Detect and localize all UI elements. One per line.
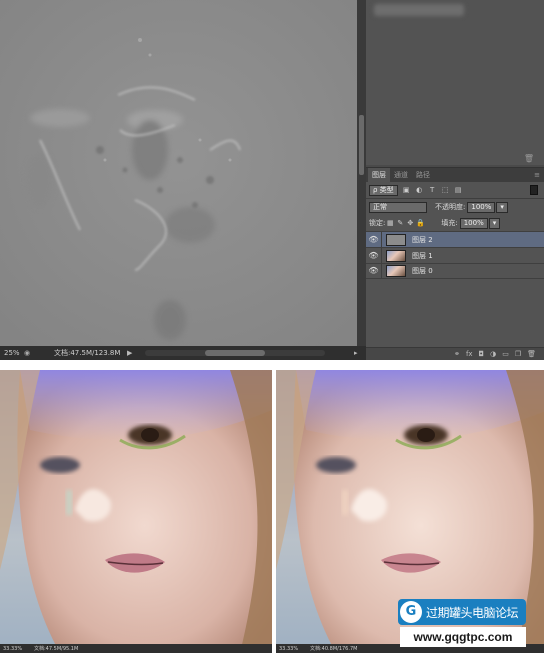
eye-icon[interactable]: 👁 [366, 247, 382, 264]
layer-thumbnail [386, 249, 406, 262]
watermark-badge: G 过期罐头电脑论坛 [398, 599, 526, 625]
fill-input[interactable]: 100% [459, 217, 488, 229]
layers-panel-tabs: 图层 通道 路径 ≡ [366, 168, 544, 182]
adjustment-icon[interactable]: ◑ [490, 350, 496, 358]
status-menu-arrow-icon[interactable]: ▶ [127, 349, 139, 357]
layer-thumbnail [386, 265, 406, 277]
mask-icon[interactable]: ◘ [479, 350, 485, 358]
layer-row[interactable]: 👁 图层 2 [366, 231, 544, 248]
kind-filter-select[interactable]: ρ 类型 [369, 184, 398, 196]
zoom-level[interactable]: 33.33% [0, 646, 24, 652]
watermark-url: www.gqgtpc.com [400, 627, 526, 647]
shape-filter-icon[interactable]: ⬚ [441, 186, 450, 194]
layer-name[interactable]: 图层 1 [412, 251, 433, 261]
filter-toggle[interactable] [530, 185, 538, 195]
blurred-panel-header [374, 4, 464, 16]
opacity-label: 不透明度: [435, 203, 466, 211]
document-size: 文档:47.5M/123.8M [54, 349, 121, 357]
vertical-scrollbar[interactable] [357, 0, 366, 346]
eye-icon[interactable]: 👁 [366, 231, 382, 248]
tab-channels[interactable]: 通道 [390, 169, 412, 181]
lock-transparency-icon[interactable]: ▦ [385, 219, 395, 227]
tab-paths[interactable]: 路径 [412, 169, 434, 181]
smart-object-filter-icon[interactable]: ▤ [454, 186, 463, 194]
eye-icon[interactable]: 👁 [366, 263, 382, 279]
site-watermark: G 过期罐头电脑论坛 www.gqgtpc.com [398, 599, 526, 653]
fill-dropdown-icon[interactable]: ▾ [488, 217, 501, 229]
document-size: 文档:40.8M/176.7M [310, 646, 358, 652]
opacity-input[interactable]: 100% [467, 201, 496, 213]
layer-thumbnail [386, 233, 406, 246]
horizontal-scroll-thumb[interactable] [205, 350, 265, 356]
lock-paint-icon[interactable]: ✎ [395, 219, 405, 227]
lock-label: 锁定: [369, 219, 386, 227]
blend-mode-select[interactable]: 正常 [369, 201, 427, 213]
new-layer-icon[interactable]: ❐ [515, 350, 521, 358]
zoom-level[interactable]: 33.33% [276, 646, 300, 652]
layer-name[interactable]: 图层 0 [412, 266, 433, 276]
scroll-right-icon[interactable]: ▸ [354, 349, 366, 357]
trash-icon[interactable]: 🗑 [527, 350, 536, 358]
document-canvas[interactable] [0, 0, 357, 346]
pixel-filter-icon[interactable]: ▣ [402, 186, 411, 194]
fx-icon[interactable]: fx [466, 350, 473, 358]
layers-panel-footer: ⚭ fx ◘ ◑ ▭ ❐ 🗑 [366, 347, 544, 360]
trash-icon[interactable]: 🗑 [524, 154, 534, 163]
layer-row[interactable]: 👁 图层 1 [366, 247, 544, 264]
upper-panel: 🗑 [366, 0, 544, 165]
group-icon[interactable]: ▭ [502, 350, 509, 358]
site-logo-icon: G [400, 601, 422, 623]
fill-label: 填充: [441, 219, 458, 227]
portrait-image [0, 370, 272, 653]
photo-before: 33.33% 文档:47.5M/95.1M [0, 370, 272, 653]
opacity-dropdown-icon[interactable]: ▾ [496, 201, 508, 213]
layer-row[interactable]: 👁 图层 0 [366, 263, 544, 279]
lock-all-icon[interactable]: 🔒 [415, 219, 425, 227]
filter-row: ρ 类型 ▣ ◐ T ⬚ ▤ [366, 182, 544, 198]
menu-icon[interactable]: ≡ [534, 171, 544, 179]
lock-position-icon[interactable]: ✥ [405, 219, 415, 227]
watermark-title: 过期罐头电脑论坛 [426, 605, 519, 620]
proof-icon[interactable]: ◉ [22, 349, 32, 357]
adjustment-filter-icon[interactable]: ◐ [415, 186, 424, 194]
photo-status-bar: 33.33% 文档:47.5M/95.1M [0, 644, 272, 653]
layer-name[interactable]: 图层 2 [412, 235, 433, 245]
type-filter-icon[interactable]: T [428, 186, 437, 194]
blend-row: 正常 不透明度: 100% ▾ [366, 199, 544, 215]
high-pass-layer-image [0, 0, 357, 346]
document-size: 文档:47.5M/95.1M [34, 646, 79, 652]
link-icon[interactable]: ⚭ [454, 350, 460, 358]
vertical-scroll-thumb[interactable] [359, 115, 364, 175]
photoshop-window: 25% ◉ 文档:47.5M/123.8M ▶ ▸ 🗑 图层 通道 路径 ≡ ρ… [0, 0, 544, 360]
status-bar: 25% ◉ 文档:47.5M/123.8M ▶ ▸ [0, 346, 366, 360]
layers-panel: 图层 通道 路径 ≡ ρ 类型 ▣ ◐ T ⬚ ▤ 正常 不透明度: 100% … [366, 167, 544, 360]
tab-layers[interactable]: 图层 [368, 168, 390, 182]
horizontal-scrollbar[interactable] [145, 350, 325, 356]
zoom-level[interactable]: 25% [0, 349, 22, 357]
lock-row: 锁定: ▦ ✎ ✥ 🔒 填充: 100% ▾ [366, 215, 544, 231]
